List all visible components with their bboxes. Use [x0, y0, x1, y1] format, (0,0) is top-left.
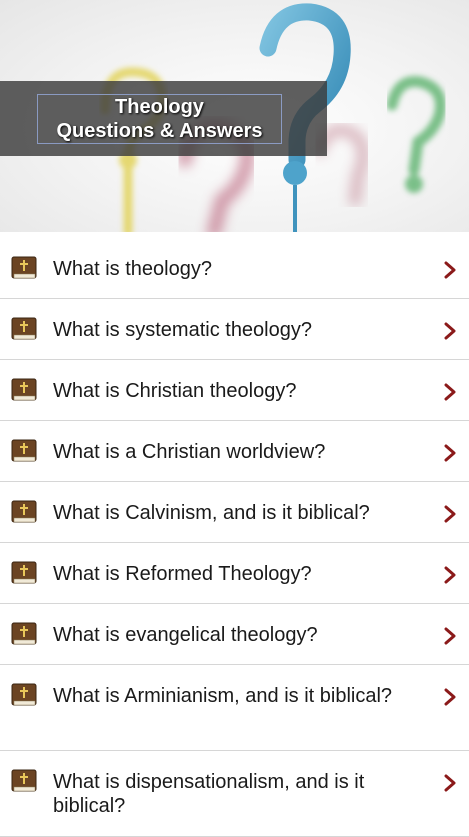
bible-book-icon: [11, 378, 37, 402]
question-label: What is Reformed Theology?: [53, 563, 312, 585]
header-banner: Theology Questions & Answers: [0, 0, 469, 232]
question-row[interactable]: What is evangelical theology?: [0, 604, 469, 665]
question-row[interactable]: What is systematic theology?: [0, 299, 469, 360]
bible-book-icon: [11, 561, 37, 585]
bible-book-icon: [11, 317, 37, 341]
bible-book-icon: [11, 500, 37, 524]
chevron-right-icon: [443, 322, 457, 340]
chevron-right-icon: [443, 444, 457, 462]
bible-book-icon: [11, 622, 37, 646]
bible-book-icon: [11, 769, 37, 793]
chevron-right-icon: [443, 261, 457, 279]
question-label: What is Arminianism, and is it biblical?: [53, 685, 393, 707]
question-label: What is theology?: [53, 258, 212, 280]
question-label: What is Calvinism, and is it biblical?: [53, 502, 370, 524]
banner-title: Theology Questions & Answers: [37, 94, 282, 144]
chevron-right-icon: [443, 505, 457, 523]
chevron-right-icon: [443, 383, 457, 401]
question-row[interactable]: What is Christian theology?: [0, 360, 469, 421]
question-row[interactable]: What is theology?: [0, 238, 469, 299]
chevron-right-icon: [443, 627, 457, 645]
banner-title-line2: Questions & Answers: [56, 120, 263, 142]
question-label: What is a Christian worldview?: [53, 441, 326, 463]
chevron-right-icon: [443, 688, 457, 706]
question-label: What is evangelical theology?: [53, 624, 318, 646]
chevron-right-icon: [443, 774, 457, 792]
question-row[interactable]: What is Arminianism, and is it biblical?: [0, 665, 469, 751]
bible-book-icon: [11, 683, 37, 707]
question-list: What is theology? What is systematic theo…: [0, 238, 469, 837]
bible-book-icon: [11, 439, 37, 463]
bible-book-icon: [11, 256, 37, 280]
banner-title-line1: Theology: [115, 96, 204, 118]
question-row[interactable]: What is Reformed Theology?: [0, 543, 469, 604]
question-label: What is dispensationalism, and is it bib…: [53, 771, 365, 817]
question-row[interactable]: What is Calvinism, and is it biblical?: [0, 482, 469, 543]
question-row[interactable]: What is dispensationalism, and is it bib…: [0, 751, 469, 837]
question-label: What is systematic theology?: [53, 319, 312, 341]
banner-title-strip: Theology Questions & Answers: [0, 81, 327, 156]
question-row[interactable]: What is a Christian worldview?: [0, 421, 469, 482]
chevron-right-icon: [443, 566, 457, 584]
question-label: What is Christian theology?: [53, 380, 297, 402]
